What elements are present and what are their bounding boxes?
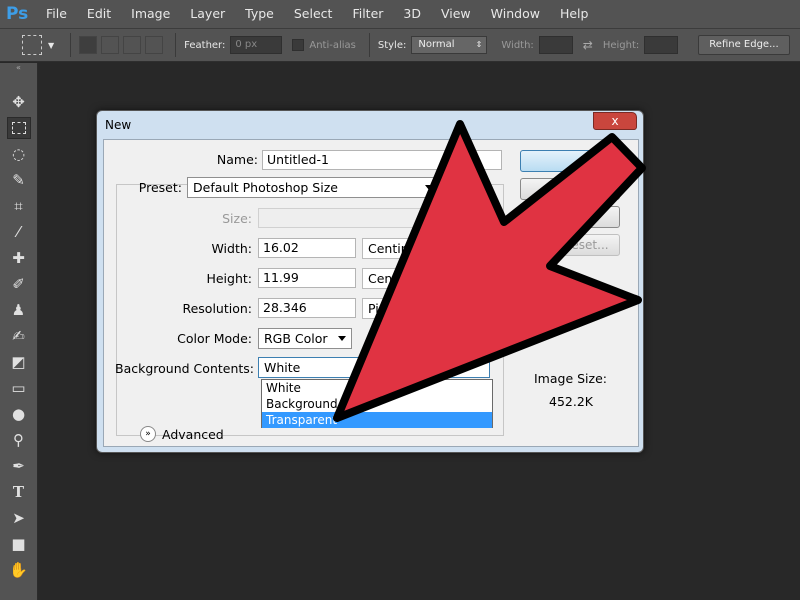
color-mode-select[interactable]: RGB Color [258, 328, 352, 349]
option-transparent[interactable]: Transparent [262, 412, 492, 428]
width-input[interactable]: 16.02 [258, 238, 356, 258]
dodge-tool-icon[interactable]: ⚲ [7, 429, 31, 451]
rectangle-tool-icon[interactable]: ■ [7, 533, 31, 555]
divider [368, 33, 370, 57]
chevron-down-icon [338, 336, 346, 341]
name-input[interactable]: Untitled-1 [262, 150, 502, 170]
menu-help[interactable]: Help [560, 0, 589, 28]
path-selection-tool-icon[interactable]: ➤ [7, 507, 31, 529]
feather-label: Feather: [184, 39, 226, 51]
cancel-button[interactable] [520, 178, 620, 200]
chevron-down-icon[interactable]: ▼ [48, 41, 54, 50]
size-select[interactable] [258, 208, 498, 228]
new-selection-icon[interactable] [79, 36, 98, 54]
options-bar: ▼ Feather: 0 px Anti-alias Style: Normal… [0, 28, 800, 62]
menu-file[interactable]: File [46, 0, 67, 28]
height-label: Height: [602, 39, 640, 51]
size-label: Size: [222, 211, 252, 226]
new-document-dialog: New x Name: Untitled-1 eset... Preset: D… [96, 110, 644, 453]
collapse-icon[interactable]: « [0, 63, 37, 73]
height-input[interactable] [644, 36, 679, 54]
refine-edge-button[interactable]: Refine Edge... [698, 35, 790, 55]
intersect-selection-icon[interactable] [145, 36, 164, 54]
width-input[interactable] [538, 36, 573, 54]
menu-layer[interactable]: Layer [190, 0, 225, 28]
eraser-tool-icon[interactable]: ◩ [7, 351, 31, 373]
width-label: Width: [501, 39, 534, 51]
close-button[interactable]: x [593, 112, 637, 130]
dialog-title: New [105, 118, 132, 132]
preset-label: Preset: [138, 180, 182, 195]
quick-selection-tool-icon[interactable]: ✎ [7, 169, 31, 191]
menu-select[interactable]: Select [294, 0, 333, 28]
menu-view[interactable]: View [441, 0, 471, 28]
style-label: Style: [377, 39, 407, 51]
resolution-input[interactable]: 28.346 [258, 298, 356, 318]
color-mode-label: Color Mode: [177, 331, 252, 346]
menu-type[interactable]: Type [245, 0, 274, 28]
marquee-glyph [11, 122, 26, 134]
menu-window[interactable]: Window [491, 0, 540, 28]
image-size-label: Image Size: [534, 371, 607, 386]
preset-select[interactable]: Default Photoshop Size [187, 177, 439, 198]
subtract-from-selection-icon[interactable] [123, 36, 142, 54]
antialias-label: Anti-alias [309, 39, 356, 51]
background-contents-value: White [264, 360, 301, 375]
save-preset-button[interactable] [520, 206, 620, 228]
crop-tool-icon[interactable]: ⌗ [7, 195, 31, 217]
height-input[interactable]: 11.99 [258, 268, 356, 288]
advanced-label: Advanced [162, 427, 224, 442]
move-tool-icon[interactable]: ✥ [7, 91, 31, 113]
menu-bar: Ps File Edit Image Layer Type Select Fil… [0, 0, 800, 28]
clone-stamp-tool-icon[interactable]: ♟ [7, 299, 31, 321]
marquee-tool-preset-icon[interactable] [22, 35, 42, 55]
resolution-label: Resolution: [182, 301, 252, 316]
photoshop-logo: Ps [6, 4, 29, 24]
advanced-toggle-icon[interactable]: » [140, 426, 156, 442]
background-contents-select[interactable]: White [258, 357, 490, 378]
style-select[interactable]: Normal ⇕ [411, 36, 488, 54]
hand-tool-icon[interactable]: ✋ [7, 559, 31, 581]
pen-tool-icon[interactable]: ✒ [7, 455, 31, 477]
type-tool-icon[interactable]: T [7, 481, 31, 503]
marquee-tool-icon[interactable] [6, 117, 31, 139]
divider [70, 33, 72, 57]
eyedropper-tool-icon[interactable]: ⁄ [7, 221, 31, 243]
height-unit-select[interactable]: Cent [362, 268, 432, 289]
add-to-selection-icon[interactable] [101, 36, 120, 54]
brush-tool-icon[interactable]: ✐ [7, 273, 31, 295]
blur-tool-icon[interactable]: ● [7, 403, 31, 425]
tools-panel: « ✥ ◌ ✎ ⌗ ⁄ ✚ ✐ ♟ ✍ ◩ ▭ ● ⚲ ✒ T ➤ ■ ✋ [0, 63, 38, 600]
menu-filter[interactable]: Filter [352, 0, 383, 28]
swap-icon[interactable]: ⇄ [583, 38, 593, 52]
healing-brush-tool-icon[interactable]: ✚ [7, 247, 31, 269]
menu-3d[interactable]: 3D [403, 0, 421, 28]
background-contents-label: Background Contents: [115, 361, 254, 376]
name-label: Name: [216, 152, 258, 167]
color-mode-value: RGB Color [264, 331, 328, 346]
menu-edit[interactable]: Edit [87, 0, 111, 28]
updown-icon: ⇕ [475, 40, 483, 49]
background-contents-dropdown: White Background C Transparent [261, 379, 493, 428]
menu-image[interactable]: Image [131, 0, 170, 28]
lasso-tool-icon[interactable]: ◌ [7, 143, 31, 165]
option-background-color[interactable]: Background C [262, 396, 492, 412]
antialias-checkbox[interactable] [292, 39, 305, 51]
history-brush-tool-icon[interactable]: ✍ [7, 325, 31, 347]
height-label: Height: [206, 271, 252, 286]
preset-value: Default Photoshop Size [193, 180, 338, 195]
chevron-down-icon [425, 185, 433, 190]
divider [175, 33, 177, 57]
width-label: Width: [211, 241, 252, 256]
style-value: Normal [418, 39, 455, 50]
option-white[interactable]: White [262, 380, 492, 396]
feather-input[interactable]: 0 px [230, 36, 283, 54]
width-unit-select[interactable]: Centim [362, 238, 432, 259]
ok-button[interactable] [520, 150, 620, 172]
resolution-unit-select[interactable]: Pi [362, 298, 432, 319]
delete-preset-button[interactable]: eset... [520, 234, 620, 256]
gradient-tool-icon[interactable]: ▭ [7, 377, 31, 399]
image-size-value: 452.2K [549, 394, 593, 409]
